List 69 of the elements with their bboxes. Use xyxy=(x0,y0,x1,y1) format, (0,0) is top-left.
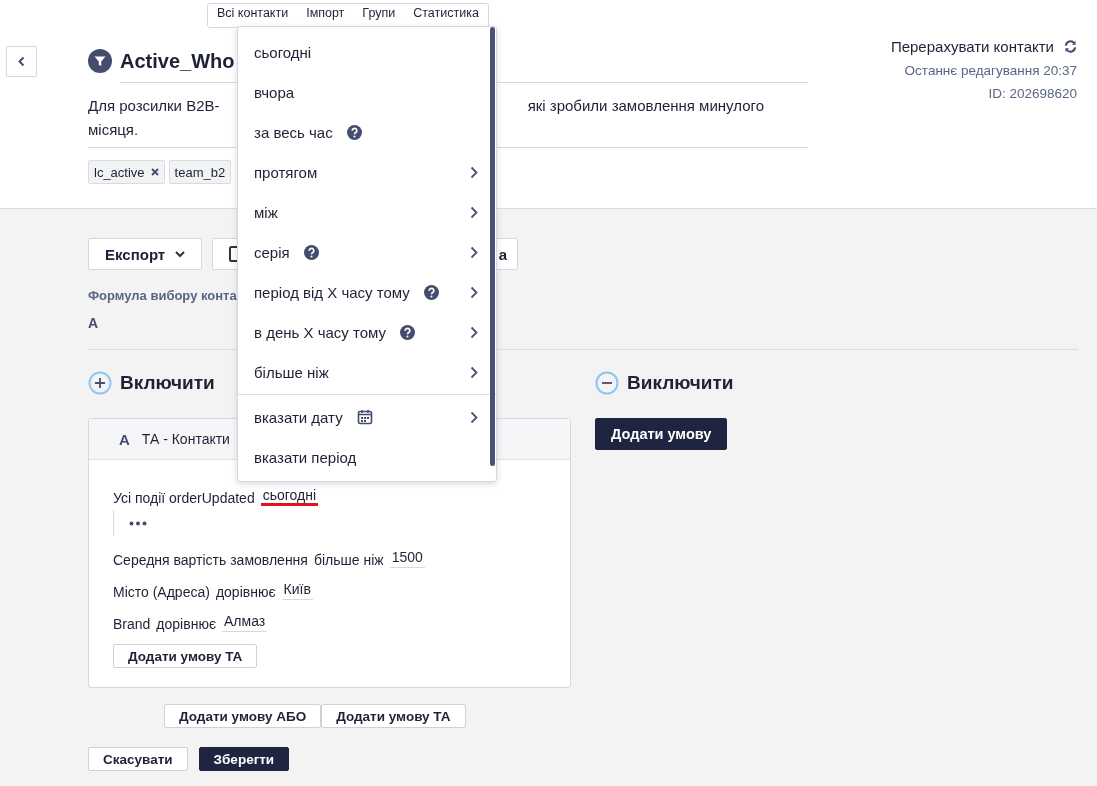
id-text: ID: 202698620 xyxy=(988,85,1077,103)
description-text: Для розсилки B2B- xyxy=(88,96,220,116)
menu-item[interactable]: вказати період xyxy=(238,437,496,477)
tag-label: team_b2 xyxy=(174,164,226,180)
chevron-down-icon xyxy=(175,250,186,258)
description-text: які зробили замовлення минулого xyxy=(527,96,764,116)
formula-value: A xyxy=(88,315,99,331)
group-letter: A xyxy=(119,430,130,448)
back-icon xyxy=(18,56,25,67)
chevron-right-icon xyxy=(470,365,478,379)
chevron-right-icon xyxy=(470,285,478,299)
chevron-right-icon xyxy=(470,245,478,259)
menu-item[interactable]: в день X часу тому xyxy=(238,312,496,352)
condition-field: Середня вартість замовлення xyxy=(113,552,308,568)
description-text: місяця. xyxy=(88,120,139,140)
group-title: ТА - Контакти xyxy=(141,431,230,447)
scrollbar[interactable] xyxy=(490,27,495,466)
menu-item[interactable]: за весь час xyxy=(238,112,496,152)
menu-item[interactable]: сьогодні xyxy=(238,32,496,72)
condition-text: Усі події orderUpdated xyxy=(113,490,255,506)
condition-value[interactable]: 1500 xyxy=(389,549,425,568)
section-title: Виключити xyxy=(627,372,734,394)
back-button[interactable] xyxy=(6,46,37,77)
tag-label: lc_active xyxy=(94,164,145,180)
add-and-button[interactable]: Додати умову ТА xyxy=(113,644,258,668)
condition-field: Місто (Адреса) xyxy=(113,584,210,600)
section-title: Включити xyxy=(120,372,215,394)
menu-item[interactable]: серія xyxy=(238,232,496,272)
menu-item[interactable]: між xyxy=(238,192,496,232)
chevron-right-icon xyxy=(470,325,478,339)
more-icon[interactable] xyxy=(129,520,147,526)
refresh-icon xyxy=(1064,40,1077,53)
help-icon xyxy=(346,124,362,140)
condition-operator[interactable]: більше ніж xyxy=(313,552,384,568)
help-icon xyxy=(303,244,319,260)
chevron-right-icon xyxy=(470,205,478,219)
segment-title: Active_Who xyxy=(120,50,235,72)
menu-item[interactable]: більше ніж xyxy=(238,352,496,392)
save-button[interactable]: Зберегти xyxy=(198,747,290,771)
cancel-button[interactable]: Скасувати xyxy=(88,747,188,771)
last-edited-text: Останнє редагування 20:37 xyxy=(904,62,1077,80)
period-value[interactable]: сьогодні xyxy=(260,487,319,506)
menu-item[interactable]: протягом xyxy=(238,152,496,192)
nav-tab[interactable]: Статистика xyxy=(413,6,479,20)
recount-button[interactable]: Перерахувати контакти xyxy=(890,38,1077,55)
minus-circle-icon[interactable] xyxy=(595,371,619,395)
menu-item[interactable]: період від X часу тому xyxy=(238,272,496,312)
funnel-icon xyxy=(88,49,112,73)
condition-operator[interactable]: дорівнює xyxy=(215,584,276,600)
add-and-button[interactable]: Додати умову ТА xyxy=(321,704,466,728)
formula-label: Формула вибору конта xyxy=(88,288,237,303)
help-icon xyxy=(423,284,439,300)
condition-field: Brand xyxy=(113,616,151,632)
add-or-button[interactable]: Додати умову АБО xyxy=(164,704,322,728)
menu-item[interactable]: вчора xyxy=(238,72,496,112)
calendar-icon xyxy=(356,409,373,425)
chevron-right-icon xyxy=(470,410,478,424)
export-button[interactable]: Експорт xyxy=(88,238,203,270)
condition-value[interactable]: Київ xyxy=(281,581,313,600)
nav-tab[interactable]: Імпорт xyxy=(306,6,345,20)
nav-tab[interactable]: Всі контакти xyxy=(217,6,289,20)
condition-operator[interactable]: дорівнює xyxy=(156,616,217,632)
condition-value[interactable]: Алмаз xyxy=(222,613,268,632)
nav-tab[interactable]: Групи xyxy=(362,6,396,20)
add-condition-button[interactable]: Додати умову xyxy=(595,418,728,450)
chevron-right-icon xyxy=(470,165,478,179)
help-icon xyxy=(400,324,416,340)
remove-icon[interactable] xyxy=(150,168,159,176)
plus-circle-icon[interactable] xyxy=(88,371,112,395)
